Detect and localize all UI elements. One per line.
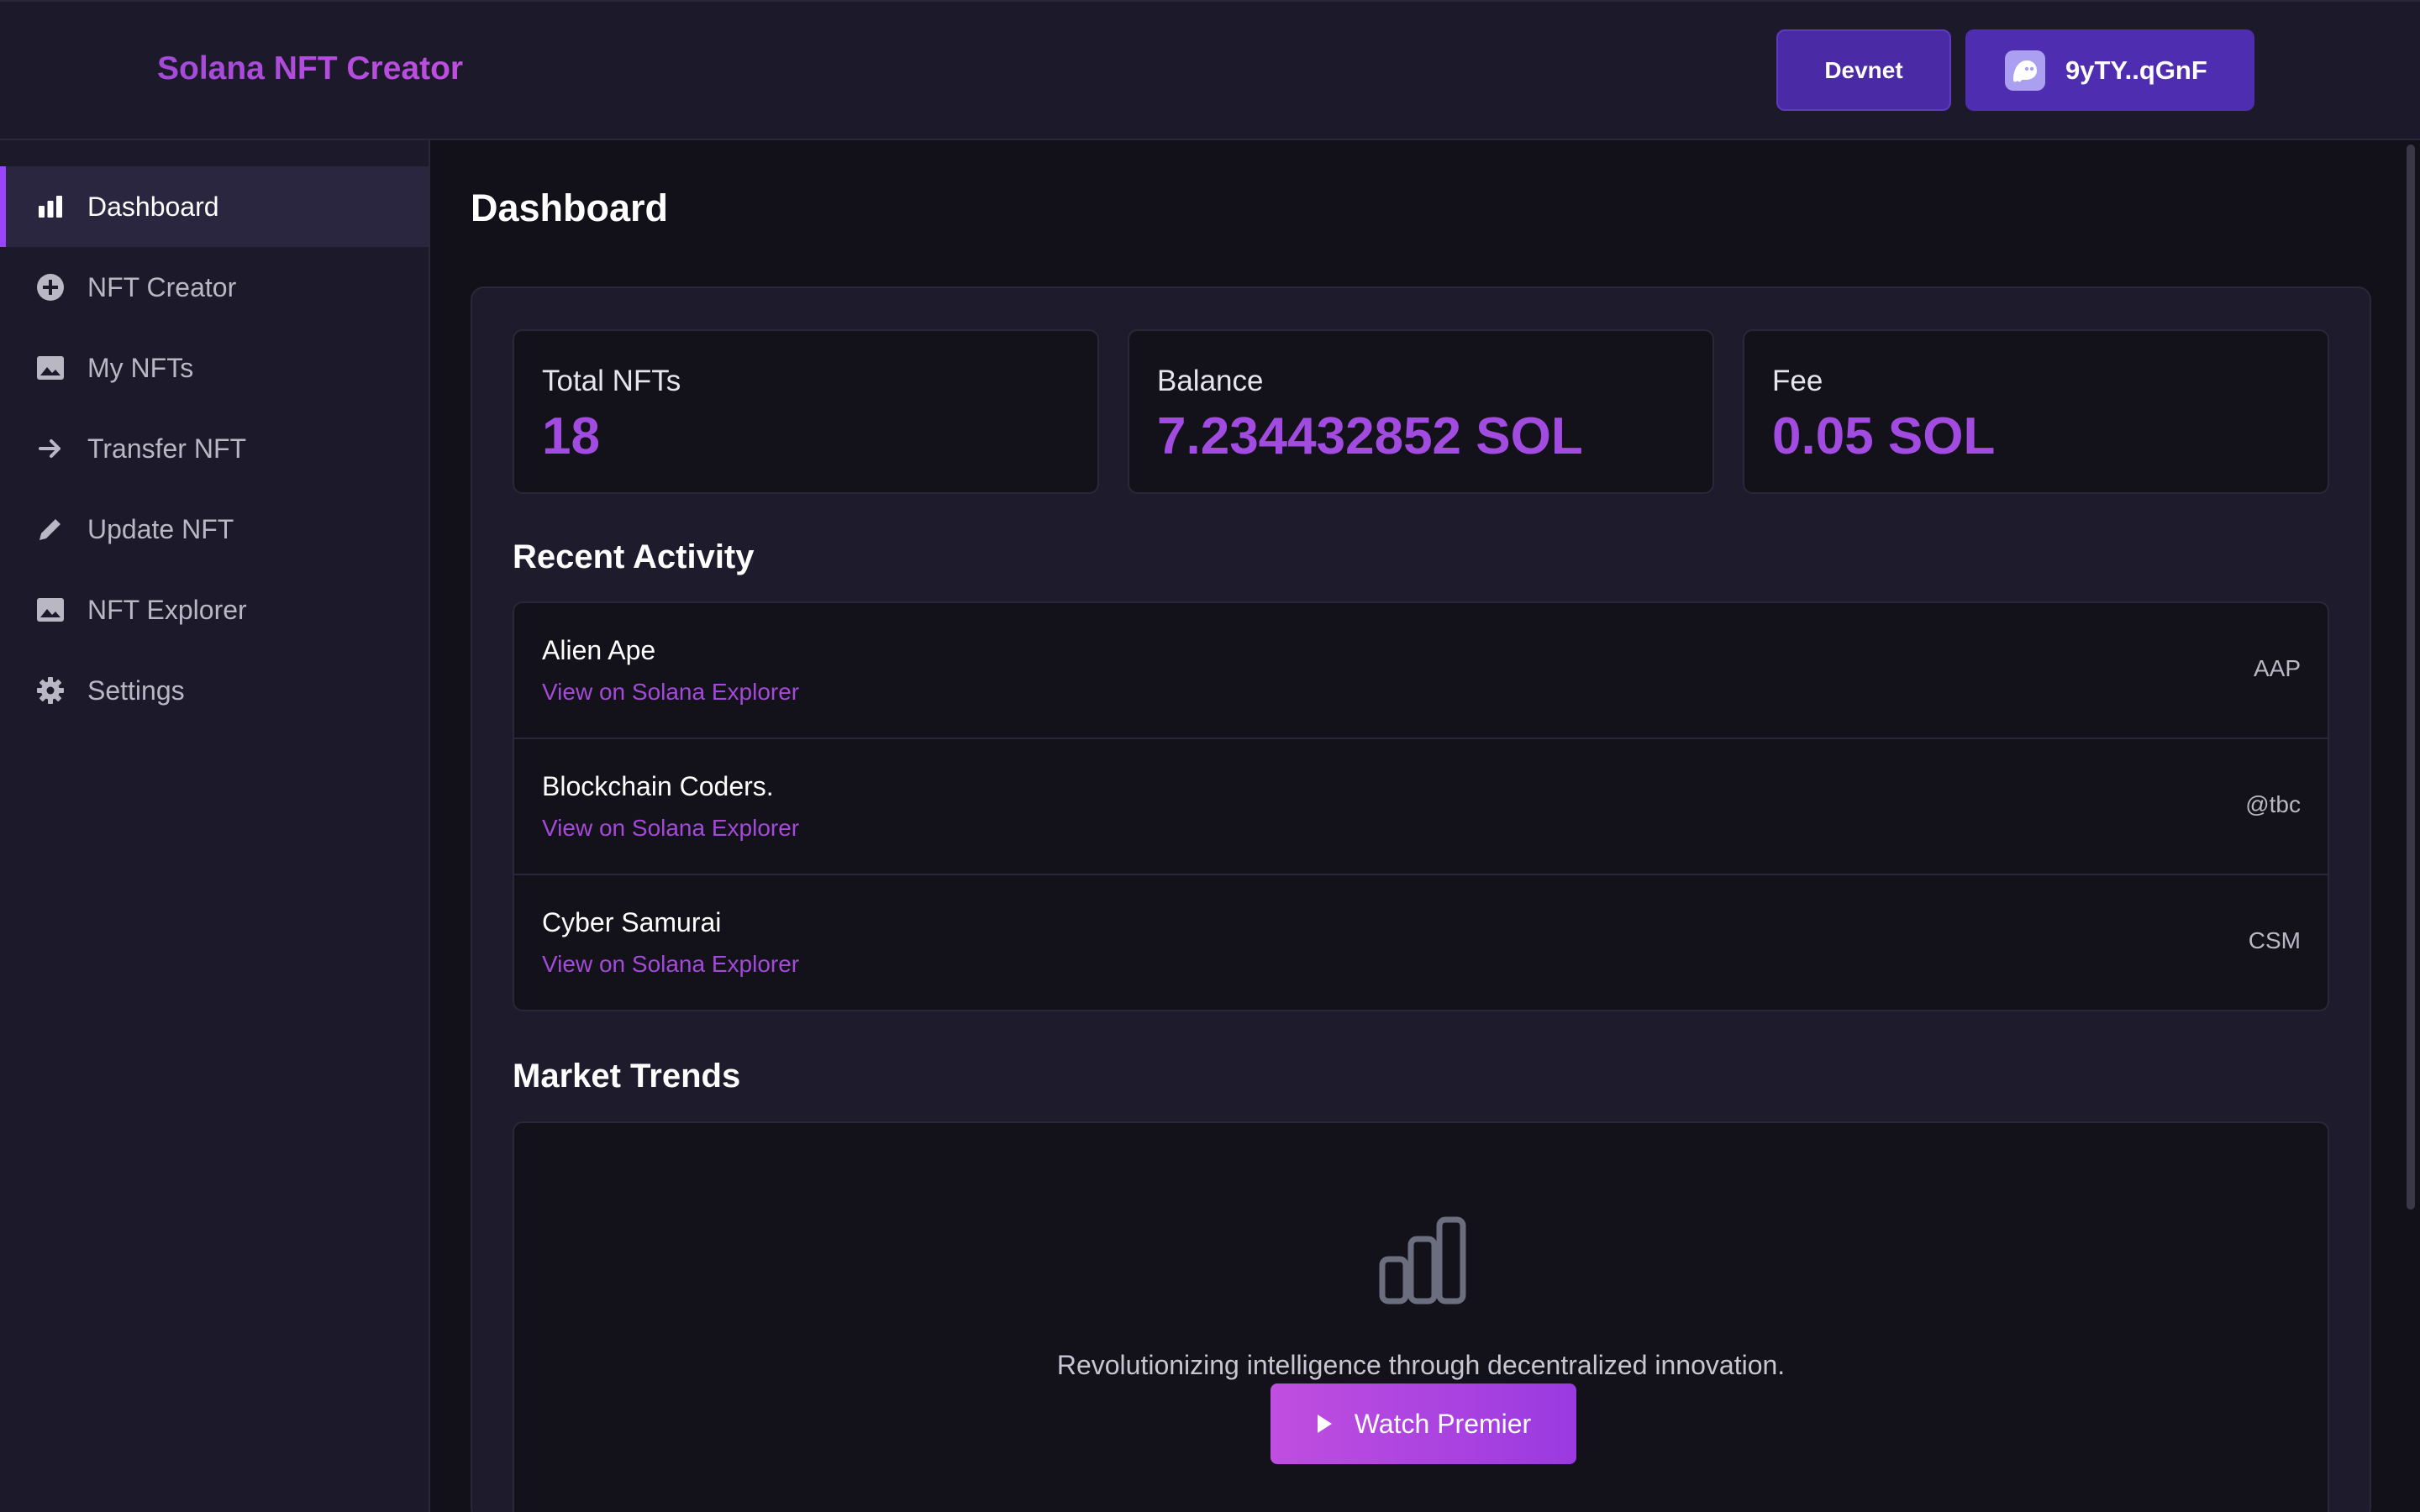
sidebar-item-label: NFT Explorer	[87, 594, 247, 625]
list-item: Alien Ape View on Solana Explorer AAP	[514, 603, 2328, 739]
stat-label: Total NFTs	[542, 365, 681, 397]
stat-card-fee: Fee 0.05 SOL	[1743, 329, 2329, 494]
activity-name: Cyber Samurai	[542, 907, 722, 937]
image-icon	[35, 595, 66, 625]
image-icon	[35, 353, 66, 383]
activity-symbol: CSM	[2248, 927, 2301, 953]
sidebar-item-label: NFT Creator	[87, 271, 237, 302]
sidebar-item-settings[interactable]: Settings	[0, 650, 429, 731]
watch-premier-button[interactable]: Watch Premier	[1270, 1383, 1576, 1464]
plus-circle-icon	[35, 272, 66, 302]
wallet-address: 9yTY..qGnF	[2065, 55, 2207, 85]
wallet-button[interactable]: 9yTY..qGnF	[1965, 29, 2254, 111]
app-title[interactable]: Solana NFT Creator	[157, 50, 463, 87]
stat-value: 0.05 SOL	[1772, 407, 1996, 465]
sidebar-item-label: My NFTs	[87, 352, 194, 383]
explorer-link[interactable]: View on Solana Explorer	[542, 815, 799, 842]
activity-name: Alien Ape	[542, 635, 656, 665]
trends-tagline: Revolutionizing intelligence through dec…	[1056, 1350, 1786, 1380]
gear-icon	[35, 675, 66, 706]
sidebar-item-label: Dashboard	[87, 191, 219, 222]
market-trends-card: Revolutionizing intelligence through dec…	[513, 1121, 2329, 1512]
sidebar-item-label: Settings	[87, 675, 185, 706]
arrow-right-icon	[35, 433, 66, 464]
activity-name: Blockchain Coders.	[542, 771, 774, 801]
activity-symbol: @tbc	[2245, 791, 2301, 817]
explorer-link[interactable]: View on Solana Explorer	[542, 679, 799, 706]
scrollbar[interactable]	[2407, 144, 2415, 1210]
page-title: Dashboard	[471, 186, 669, 229]
pencil-icon	[35, 514, 66, 544]
sidebar-item-label: Update NFT	[87, 513, 234, 544]
stat-label: Balance	[1157, 365, 1264, 397]
recent-activity-title: Recent Activity	[513, 538, 755, 575]
stat-card-total-nfts: Total NFTs 18	[513, 329, 1099, 494]
stat-card-balance: Balance 7.234432852 SOL	[1128, 329, 1714, 494]
stat-value: 18	[542, 407, 600, 465]
market-trends-title: Market Trends	[513, 1058, 741, 1095]
sidebar-item-transfer-nft[interactable]: Transfer NFT	[0, 408, 429, 489]
activity-symbol: AAP	[2253, 655, 2301, 681]
sidebar: Dashboard NFT Creator My NFTs Transfer N…	[0, 140, 430, 1512]
top-header: Solana NFT Creator Devnet 9yTY..qGnF	[0, 0, 2420, 140]
list-item: Blockchain Coders. View on Solana Explor…	[514, 739, 2328, 875]
bar-chart-icon	[35, 192, 66, 222]
network-button[interactable]: Devnet	[1776, 29, 1951, 111]
sidebar-item-nft-creator[interactable]: NFT Creator	[0, 247, 429, 328]
sidebar-item-update-nft[interactable]: Update NFT	[0, 489, 429, 570]
sidebar-item-nft-explorer[interactable]: NFT Explorer	[0, 570, 429, 650]
activity-list: Alien Ape View on Solana Explorer AAP Bl…	[513, 601, 2329, 1011]
stat-label: Fee	[1772, 365, 1823, 397]
wallet-icon	[2005, 50, 2045, 91]
explorer-link[interactable]: View on Solana Explorer	[542, 951, 799, 978]
sidebar-item-dashboard[interactable]: Dashboard	[0, 166, 429, 247]
sidebar-item-my-nfts[interactable]: My NFTs	[0, 328, 429, 408]
list-item: Cyber Samurai View on Solana Explorer CS…	[514, 875, 2328, 1010]
bar-chart-icon	[1377, 1215, 1470, 1310]
stat-value: 7.234432852 SOL	[1157, 407, 1583, 465]
watch-premier-label: Watch Premier	[1354, 1408, 1532, 1439]
sidebar-item-label: Transfer NFT	[87, 433, 247, 464]
play-icon	[1316, 1414, 1333, 1434]
